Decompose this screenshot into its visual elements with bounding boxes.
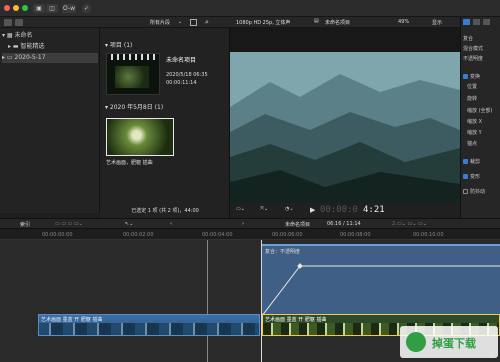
inspector-row-crop[interactable]: 裁剪 — [463, 158, 500, 167]
ruler-mark: 00:00:04:00 — [202, 232, 233, 238]
inspector-row-scale-y[interactable]: 缩放 Y — [467, 129, 500, 138]
clip-appearance-icon[interactable] — [190, 19, 197, 26]
folder-icon: ▸ ▬ — [8, 43, 21, 50]
format-label: 1080p HD 25p, 立体声 — [236, 20, 291, 26]
filmstrip-top — [107, 54, 159, 60]
timeline-toolbar: 索引 ▭ ▭ ▭ ▭⌄ ↖⌄ ‹ › 未命名项目 06:16 / 11:14 ⎍… — [0, 218, 500, 229]
clip-label: 艺术画面 墨蓝 开 肥躯 插曲 — [41, 317, 103, 323]
ruler-mark: 00:00:08:00 — [340, 232, 371, 238]
timecode-main: 4:21 — [363, 205, 385, 215]
audio-inspector-icon[interactable] — [473, 19, 480, 25]
viewer-header: 1080p HD 25p, 立体声 ▤ 未命名项目 49% 显示 — [230, 17, 460, 28]
transform-checkbox[interactable] — [463, 74, 468, 79]
ruler-mark: 00:00:06:00 — [272, 232, 303, 238]
event-icon: ▸ ▭ — [2, 54, 15, 61]
inspector-row-blend-mode[interactable]: 混合模式 — [463, 45, 500, 54]
view-options-icon[interactable]: ▭⌄ — [236, 206, 245, 212]
filter-chevron-icon[interactable]: ⌄ — [178, 19, 182, 25]
index-button[interactable]: 索引 — [20, 221, 30, 228]
ruler-mark: 00:00:10:00 — [413, 232, 444, 238]
clip-caption: 艺术画面，肥躯 插曲 — [106, 160, 153, 166]
project-duration: 00:00:11:14 — [166, 80, 197, 86]
sidebar-item-smart-collections[interactable]: ▸ ▬ 智能精选 — [8, 42, 104, 52]
viewer-panel: ▭⌄ ⤧⌄ ◔⌄ ▶ 00:00:0 4:21 — [230, 28, 460, 218]
speed-icon[interactable]: ◔⌄ — [285, 206, 294, 212]
timeline-ruler[interactable]: 00:00:00:00 00:00:02:00 00:00:04:00 00:0… — [0, 229, 500, 240]
timeline-area[interactable]: 复合：不透明度 艺术画面 墨蓝 开 肥躯 插曲 艺术画面 墨蓝 开 肥躯 插曲 … — [0, 240, 500, 362]
title-bar: ▣ ◫ O-w ✓ — [0, 0, 500, 17]
project-icon: ▤ — [314, 18, 319, 24]
selection-status: 已选定 1 项 (共 2 项)，44:00 — [131, 208, 199, 214]
project-date: 2020/5/18 06:35 — [166, 72, 208, 78]
clip-thumbnail[interactable] — [106, 118, 174, 156]
inspector-row-stabilization[interactable]: 防抖动 — [463, 188, 500, 197]
library-icon: ▦ — [6, 32, 15, 39]
inspector-row-composite: 复合 — [463, 36, 474, 42]
inspector-row-rotation[interactable]: 旋转 — [467, 95, 500, 104]
clip-filmstrip — [39, 323, 259, 335]
watermark-text: 掉蛋下载 — [432, 337, 476, 350]
inspector-row-distort[interactable]: 变形 — [463, 173, 500, 182]
timeline-view-controls[interactable]: ⎍ ▭⌄ ▭⌄ ▭⌄ — [392, 221, 427, 227]
inspector-row-transform[interactable]: 变换 — [463, 73, 500, 82]
timecode-dim: 00:00:0 — [320, 205, 358, 215]
opacity-curve[interactable] — [262, 246, 500, 320]
edit-buttons[interactable]: ▭ ▭ ▭ ▭⌄ — [55, 221, 83, 227]
inspector-row-scale-x[interactable]: 缩放 X — [467, 118, 500, 127]
opacity-animation-editor[interactable]: 复合：不透明度 — [262, 244, 500, 320]
timeline-project-title: 未命名项目 — [285, 222, 311, 228]
info-inspector-icon[interactable] — [483, 19, 490, 25]
viewer-project-title: 未命名项目 — [325, 20, 351, 26]
date-section-header[interactable]: ▾ 2020 年5月8日 (1) — [105, 102, 163, 111]
skimmer-line — [207, 240, 208, 362]
timeline-clip-left[interactable]: 艺术画面 墨蓝 开 肥躯 插曲 — [38, 314, 260, 336]
sidebar-item-event[interactable]: ▸ ▭ 2020-5-17 — [2, 53, 98, 63]
key-icon[interactable]: O-w — [62, 4, 76, 13]
library-sidebar: ▾ ▦ 未命名 ▸ ▬ 智能精选 ▸ ▭ 2020-5-17 — [0, 28, 100, 213]
zoom-window-button[interactable] — [22, 5, 28, 11]
distort-checkbox[interactable] — [463, 174, 468, 179]
playhead[interactable] — [261, 240, 262, 362]
media-icon[interactable] — [15, 19, 23, 26]
inspector-row-anchor[interactable]: 锚点 — [467, 140, 500, 149]
close-window-button[interactable] — [4, 5, 10, 11]
select-tool-icon[interactable]: ↖⌄ — [125, 221, 133, 227]
inspector-row-position[interactable]: 位置 — [467, 83, 500, 92]
inspector-row-scale-all[interactable]: 缩放 (全部) — [467, 107, 500, 116]
check-icon[interactable]: ✓ — [82, 4, 91, 13]
timeline-position: 06:16 / 11:14 — [327, 221, 361, 227]
clip-label: 艺术画面 墨蓝 开 肥躯 插曲 — [265, 317, 327, 323]
back-icon[interactable]: ‹ — [170, 221, 172, 227]
video-inspector-icon[interactable] — [463, 19, 470, 25]
clip-filter-dropdown[interactable]: 所有片段 — [150, 19, 170, 26]
project-section-header[interactable]: ▾ 项目 (1) — [105, 40, 132, 49]
ruler-mark: 00:00:00:00 — [42, 232, 73, 238]
forward-icon[interactable]: › — [242, 221, 244, 227]
libraries-icon[interactable]: ▣ — [33, 4, 45, 13]
search-icon[interactable]: ⌕ — [205, 18, 209, 27]
library-item[interactable]: ▾ ▦ 未命名 — [2, 31, 98, 41]
viewer-controls: ▭⌄ ⤧⌄ ◔⌄ ▶ 00:00:0 4:21 — [230, 203, 460, 218]
leaf-image — [115, 66, 149, 88]
inspector-panel: 复合 混合模式 不透明度 变换 位置 旋转 缩放 (全部) 缩放 X 缩放 Y … — [460, 17, 500, 218]
minimize-window-button[interactable] — [13, 5, 19, 11]
project-thumbnail[interactable] — [106, 53, 160, 95]
browser-toolbar: 所有片段 ⌄ ⌕ — [0, 17, 230, 28]
library-sidebar-icon[interactable] — [4, 19, 12, 26]
photos-icon[interactable]: ◫ — [46, 4, 58, 13]
browser-panel: ▾ 项目 (1) 未命名项目 2020/5/18 06:35 00:00:11:… — [100, 28, 230, 218]
watermark-logo — [406, 332, 426, 352]
transform-tool-icon[interactable]: ⤧⌄ — [260, 206, 268, 212]
display-dropdown[interactable]: 显示 — [432, 19, 442, 26]
crop-checkbox[interactable] — [463, 159, 468, 164]
stabilization-checkbox[interactable] — [463, 189, 468, 194]
play-icon[interactable]: ▶ — [310, 206, 315, 214]
zoom-dropdown[interactable]: 49% — [398, 19, 409, 25]
inspector-row-opacity[interactable]: 不透明度 — [463, 55, 500, 64]
project-name: 未命名项目 — [166, 57, 197, 64]
viewer-frame — [230, 52, 460, 207]
watermark: 掉蛋下载 — [400, 326, 498, 358]
ruler-mark: 00:00:02:00 — [123, 232, 154, 238]
